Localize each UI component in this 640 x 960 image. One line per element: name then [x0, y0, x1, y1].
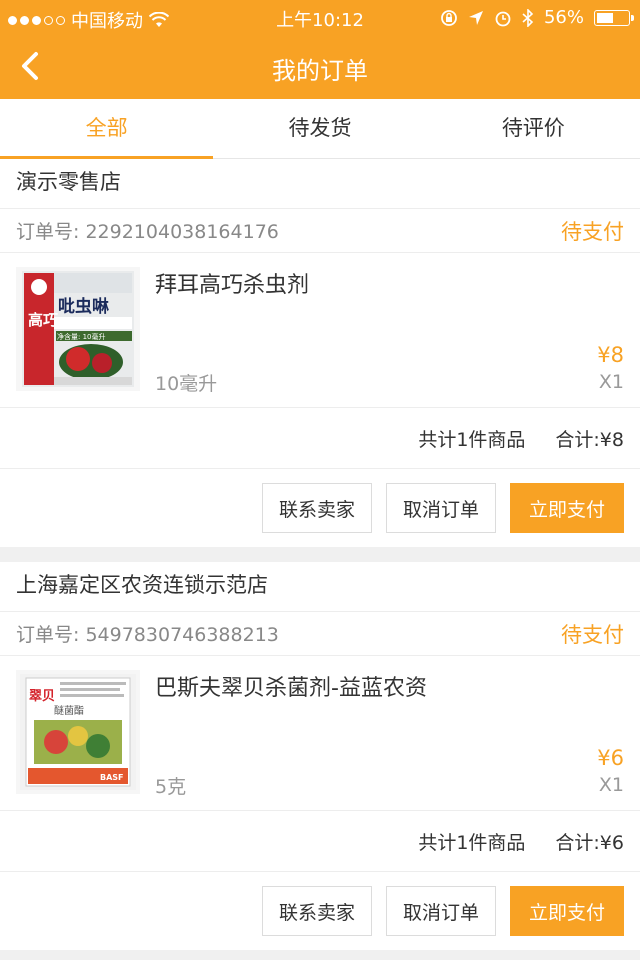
location-icon [468, 10, 483, 25]
cancel-order-button[interactable]: 取消订单 [385, 483, 496, 533]
order-card: 上海嘉定区农资连锁示范店 订单号: 5497830746388213 待支付 翠… [0, 562, 640, 950]
order-total: 合计:¥6 [555, 831, 624, 854]
product-name[interactable]: 巴斯夫翠贝杀菌剂-益蓝农资 [155, 670, 427, 702]
order-status: 待支付 [561, 622, 624, 647]
cancel-order-button[interactable]: 取消订单 [385, 886, 496, 936]
order-card: 演示零售店 订单号: 2292104038164176 待支付 高巧 吡虫啉 净… [0, 159, 640, 547]
contact-seller-button[interactable]: 联系卖家 [261, 886, 372, 936]
svg-text:BASF: BASF [100, 773, 124, 782]
product-row[interactable]: 翠贝 醚菌酯 BASF 巴斯夫翠贝杀菌剂-益蓝农资 5克 ¥6 X1 [0, 656, 640, 811]
order-number-row: 订单号: 2292104038164176 待支付 [0, 209, 640, 253]
order-actions: 联系卖家 取消订单 立即支付 [0, 872, 640, 950]
order-number: 订单号: 2292104038164176 [16, 221, 279, 243]
order-number-row: 订单号: 5497830746388213 待支付 [0, 612, 640, 656]
product-quantity: X1 [598, 774, 624, 796]
nav-bar: 我的订单 [0, 36, 640, 99]
product-row[interactable]: 高巧 吡虫啉 净含量: 10毫升 拜耳高巧杀虫剂 10毫升 ¥8 X1 [0, 253, 640, 408]
product-image[interactable]: 高巧 吡虫啉 净含量: 10毫升 [16, 267, 140, 391]
tab-to-review[interactable]: 待评价 [427, 99, 640, 158]
status-right: 56% [440, 7, 634, 28]
item-count: 共计1件商品 [418, 428, 526, 451]
svg-text:净含量: 10毫升: 净含量: 10毫升 [57, 332, 106, 341]
battery-percent: 56% [543, 7, 584, 28]
order-total: 合计:¥8 [555, 428, 624, 451]
product-quantity: X1 [598, 371, 624, 393]
order-number: 订单号: 5497830746388213 [16, 624, 279, 646]
svg-text:醚菌酯: 醚菌酯 [54, 704, 84, 717]
bluetooth-icon [522, 8, 534, 27]
svg-text:翠贝: 翠贝 [29, 689, 55, 704]
product-image[interactable]: 翠贝 醚菌酯 BASF [16, 670, 140, 794]
tab-to-ship[interactable]: 待发货 [213, 99, 426, 158]
item-count: 共计1件商品 [418, 831, 526, 854]
svg-text:高巧: 高巧 [28, 311, 58, 329]
product-name[interactable]: 拜耳高巧杀虫剂 [155, 267, 309, 299]
order-actions: 联系卖家 取消订单 立即支付 [0, 469, 640, 547]
svg-text:吡虫啉: 吡虫啉 [58, 296, 109, 317]
order-status: 待支付 [561, 219, 624, 244]
pay-now-button[interactable]: 立即支付 [509, 886, 624, 936]
rotation-lock-icon [441, 9, 457, 26]
status-bar: 中国移动 上午10:12 56% [0, 0, 640, 36]
shop-name[interactable]: 上海嘉定区农资连锁示范店 [0, 562, 640, 612]
product-price: ¥6 [597, 746, 624, 770]
shop-name[interactable]: 演示零售店 [0, 159, 640, 209]
product-spec: 5克 [155, 776, 187, 798]
tab-all[interactable]: 全部 [0, 99, 214, 159]
alarm-icon [495, 11, 511, 26]
order-summary: 共计1件商品 合计:¥6 [0, 811, 640, 872]
contact-seller-button[interactable]: 联系卖家 [261, 483, 372, 533]
order-tabs: 全部 待发货 待评价 [0, 99, 640, 159]
order-summary: 共计1件商品 合计:¥8 [0, 408, 640, 469]
product-spec: 10毫升 [155, 373, 218, 395]
product-price: ¥8 [597, 343, 624, 367]
page-title: 我的订单 [272, 57, 368, 85]
battery-icon [594, 9, 634, 26]
pay-now-button[interactable]: 立即支付 [509, 483, 624, 533]
